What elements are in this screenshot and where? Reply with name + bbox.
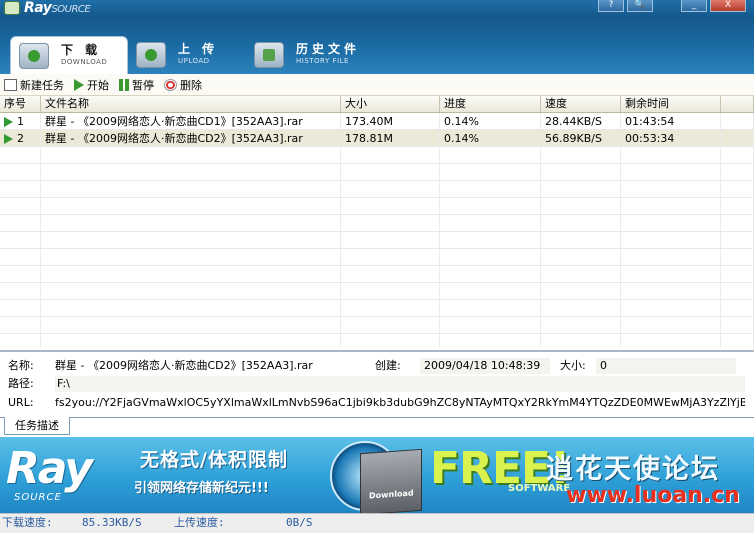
delete-icon <box>164 78 177 91</box>
size-label: 大小: <box>560 359 586 372</box>
tab-download-label: 下 载 <box>61 42 102 57</box>
help-button[interactable]: ? <box>598 0 624 12</box>
tab-download-sublabel: DOWNLOAD <box>61 57 108 66</box>
pause-icon <box>119 78 129 91</box>
download-icon <box>19 42 49 69</box>
logo-icon <box>4 1 20 15</box>
banner-logo-sub: SOURCE <box>14 492 62 503</box>
ad-banner[interactable]: Ray SOURCE 无格式/体积限制 引领网络存储新纪元!!! Downloa… <box>0 437 754 513</box>
pause-button[interactable]: 暂停 <box>119 77 154 93</box>
watermark-text: 逍花天使论坛 <box>546 454 720 485</box>
name-value: 群星 - 《2009网络恋人·新恋曲CD2》[352AA3].rar <box>55 359 313 372</box>
task-details: 名称: 群星 - 《2009网络恋人·新恋曲CD2》[352AA3].rar 创… <box>0 350 754 417</box>
new-task-button[interactable]: 新建任务 <box>4 77 64 93</box>
app-logo: RaySOURCE <box>4 0 91 16</box>
tab-download[interactable]: 下 载 DOWNLOAD <box>10 36 128 74</box>
table-row[interactable]: 1 群星 - 《2009网络恋人·新恋曲CD1》[352AA3].rar 173… <box>0 113 754 130</box>
path-label: 路径: <box>8 377 34 390</box>
table-row[interactable]: 2 群星 - 《2009网络恋人·新恋曲CD2》[352AA3].rar 178… <box>0 130 754 147</box>
upload-speed-value: 0B/S <box>286 516 313 529</box>
tab-history-sublabel: HISTORY FILE <box>296 57 349 65</box>
download-box-icon: Download <box>360 448 422 513</box>
tab-history-label: 历史文件 <box>296 42 361 56</box>
upload-icon <box>136 42 166 68</box>
path-value: F:\ <box>55 376 745 392</box>
download-speed-value: 85.33KB/S <box>82 516 142 529</box>
play-icon <box>74 78 84 91</box>
downloading-icon <box>4 117 13 127</box>
status-bar: 下载速度: 85.33KB/S 上传速度: 0B/S <box>0 513 754 533</box>
main-tabs: 下 载 DOWNLOAD 上 传 UPLOAD 历史文件 HISTORY FIL… <box>10 36 364 74</box>
url-value: fs2you://Y2FjaGVmaWxlOC5yYXlmaWxlLmNvbS9… <box>55 396 745 409</box>
col-speed[interactable]: 速度 <box>541 96 621 112</box>
tab-history[interactable]: 历史文件 HISTORY FILE <box>246 36 364 74</box>
toolbar: 新建任务 开始 暂停 删除 <box>0 74 754 96</box>
download-speed-label: 下载速度: <box>2 516 53 529</box>
task-table: 序号 文件名称 大小 进度 速度 剩余时间 1 群星 - 《2009网络恋人·新… <box>0 96 754 348</box>
watermark-url: www.luoan.cn <box>566 483 740 508</box>
history-file-icon <box>254 42 284 68</box>
new-task-icon <box>4 78 17 91</box>
minimize-button[interactable]: _ <box>681 0 707 12</box>
tab-task-description[interactable]: 任务描述 <box>4 417 70 435</box>
window-controls: ? 🔍 _ X <box>598 0 746 12</box>
app-header: RaySOURCE ? 🔍 _ X 下 载 DOWNLOAD 上 传 UPLOA… <box>0 0 754 74</box>
size-value: 0 <box>596 358 736 374</box>
banner-logo: Ray <box>6 443 93 494</box>
col-filename[interactable]: 文件名称 <box>41 96 341 112</box>
col-progress[interactable]: 进度 <box>440 96 541 112</box>
col-index[interactable]: 序号 <box>0 96 41 112</box>
disc-icon: Download <box>330 441 426 513</box>
banner-title: 无格式/体积限制 <box>140 449 288 471</box>
tab-upload-sublabel: UPLOAD <box>178 57 210 65</box>
created-label: 创建: <box>375 359 401 372</box>
upload-speed-label: 上传速度: <box>174 516 225 529</box>
delete-button[interactable]: 删除 <box>164 77 202 93</box>
col-extra[interactable] <box>721 96 754 112</box>
downloading-icon <box>4 134 13 144</box>
table-header: 序号 文件名称 大小 进度 速度 剩余时间 <box>0 96 754 113</box>
banner-subtitle: 引领网络存储新纪元!!! <box>134 481 269 496</box>
tab-upload-label: 上 传 <box>178 42 219 56</box>
tab-upload[interactable]: 上 传 UPLOAD <box>128 36 246 74</box>
col-remaining[interactable]: 剩余时间 <box>621 96 721 112</box>
url-label: URL: <box>8 396 34 409</box>
created-value: 2009/04/18 10:48:39 <box>420 358 550 374</box>
close-button[interactable]: X <box>710 0 746 12</box>
app-title: RaySOURCE <box>24 0 91 16</box>
search-button[interactable]: 🔍 <box>627 0 653 12</box>
start-button[interactable]: 开始 <box>74 77 109 93</box>
task-tab-bar: 任务描述 <box>0 417 754 437</box>
col-size[interactable]: 大小 <box>341 96 440 112</box>
name-label: 名称: <box>8 359 34 372</box>
